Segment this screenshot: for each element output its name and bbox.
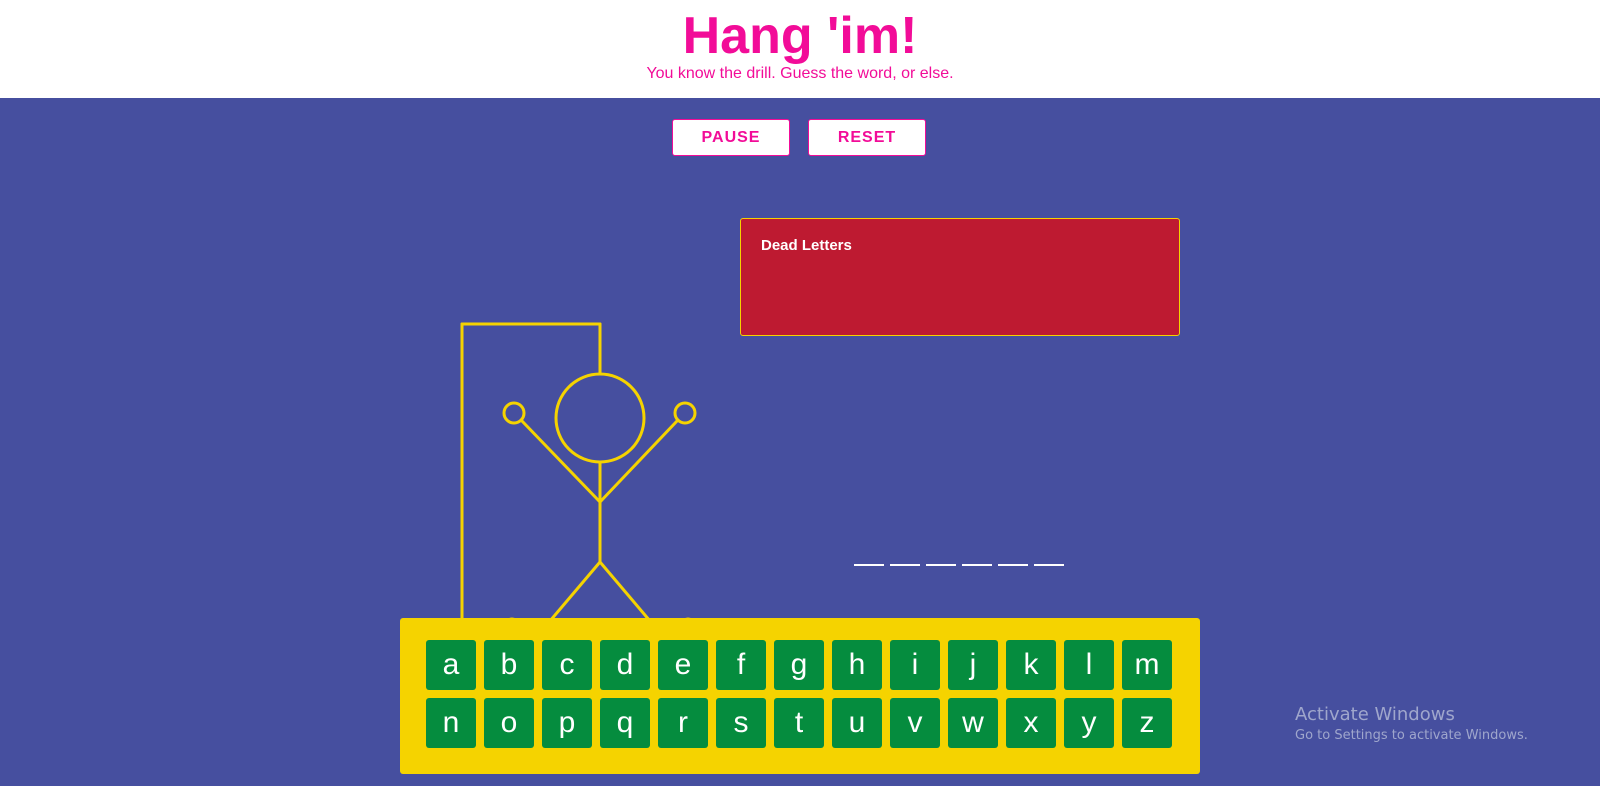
word-blanks	[854, 564, 1064, 566]
letter-key-n[interactable]: n	[426, 698, 476, 748]
letter-key-m[interactable]: m	[1122, 640, 1172, 690]
letter-blank	[890, 564, 920, 566]
letter-key-z[interactable]: z	[1122, 698, 1172, 748]
letter-blank	[998, 564, 1028, 566]
keyboard-row-2: nopqrstuvwxyz	[426, 698, 1172, 748]
letter-blank	[926, 564, 956, 566]
letter-key-r[interactable]: r	[658, 698, 708, 748]
letter-key-p[interactable]: p	[542, 698, 592, 748]
letter-blank	[854, 564, 884, 566]
page-subtitle: You know the drill. Guess the word, or e…	[646, 65, 954, 82]
letter-keyboard: abcdefghijklm nopqrstuvwxyz	[400, 618, 1200, 774]
letter-key-j[interactable]: j	[948, 640, 998, 690]
letter-blank	[1034, 564, 1064, 566]
letter-key-e[interactable]: e	[658, 640, 708, 690]
letter-key-y[interactable]: y	[1064, 698, 1114, 748]
letter-key-a[interactable]: a	[426, 640, 476, 690]
letter-key-c[interactable]: c	[542, 640, 592, 690]
letter-key-o[interactable]: o	[484, 698, 534, 748]
letter-key-q[interactable]: q	[600, 698, 650, 748]
letter-key-l[interactable]: l	[1064, 640, 1114, 690]
page-header: Hang 'im! You know the drill. Guess the …	[0, 0, 1600, 98]
letter-key-b[interactable]: b	[484, 640, 534, 690]
hangman-left-hand	[502, 401, 526, 425]
windows-activation-watermark: Activate Windows Go to Settings to activ…	[1295, 703, 1528, 745]
dead-letters-title: Dead Letters	[761, 237, 852, 254]
keyboard-row-1: abcdefghijklm	[426, 640, 1172, 690]
reset-button[interactable]: RESET	[808, 119, 926, 156]
letter-key-k[interactable]: k	[1006, 640, 1056, 690]
hangman-right-hand	[673, 401, 697, 425]
letter-blank	[962, 564, 992, 566]
hangman-head	[554, 372, 646, 464]
letter-key-x[interactable]: x	[1006, 698, 1056, 748]
letter-key-g[interactable]: g	[774, 640, 824, 690]
letter-key-w[interactable]: w	[948, 698, 998, 748]
letter-key-s[interactable]: s	[716, 698, 766, 748]
letter-key-h[interactable]: h	[832, 640, 882, 690]
letter-key-f[interactable]: f	[716, 640, 766, 690]
game-area: PAUSE RESET Dead Letters abcdefghijklm n…	[0, 98, 1600, 786]
dead-letters-panel: Dead Letters	[740, 218, 1180, 336]
letter-key-d[interactable]: d	[600, 640, 650, 690]
letter-key-t[interactable]: t	[774, 698, 824, 748]
letter-key-u[interactable]: u	[832, 698, 882, 748]
page-title: Hang 'im!	[682, 7, 918, 65]
watermark-title: Activate Windows	[1295, 704, 1455, 725]
letter-key-v[interactable]: v	[890, 698, 940, 748]
watermark-subtitle: Go to Settings to activate Windows.	[1295, 728, 1528, 743]
pause-button[interactable]: PAUSE	[672, 119, 790, 156]
letter-key-i[interactable]: i	[890, 640, 940, 690]
